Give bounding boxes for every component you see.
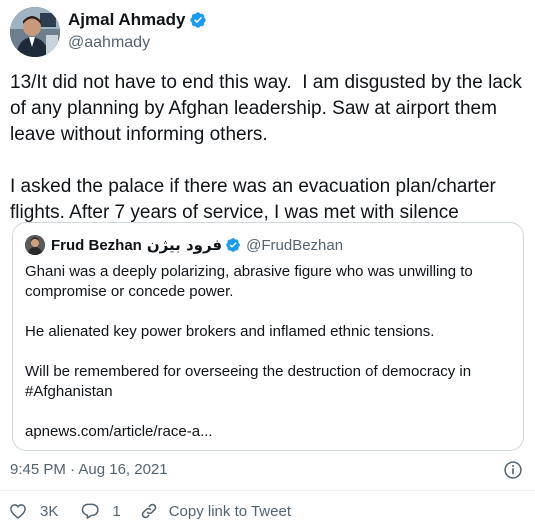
- reply-button[interactable]: 1: [80, 501, 121, 521]
- tweet-card: Ajmal Ahmady @aahmady 13/It did not have…: [0, 0, 535, 524]
- reply-icon: [82, 503, 100, 519]
- link-icon: [141, 503, 156, 519]
- author-info: Ajmal Ahmady @aahmady: [68, 9, 207, 54]
- divider: [0, 490, 535, 491]
- like-button[interactable]: 3K: [8, 501, 58, 521]
- verified-badge-icon: [190, 11, 207, 28]
- info-icon[interactable]: [503, 460, 523, 480]
- quoted-tweet-header: Frud Bezhan فرود بیژن @FrudBezhan: [25, 234, 511, 256]
- copy-link-label: Copy link to Tweet: [168, 502, 291, 520]
- tweet-actions: 3K 1 Copy link to Tweet: [8, 499, 291, 523]
- author-handle[interactable]: @aahmady: [68, 32, 207, 54]
- quoted-author-name-arabic: فرود بیژن: [146, 236, 223, 254]
- heart-icon: [10, 504, 26, 520]
- quoted-author-name: Frud Bezhan: [51, 236, 142, 254]
- quoted-tweet-text: Ghani was a deeply polarizing, abrasive …: [25, 263, 473, 440]
- quoted-verified-badge-icon: [226, 238, 240, 252]
- quoted-author-avatar: [25, 235, 45, 255]
- author-name-text[interactable]: Ajmal Ahmady: [68, 9, 185, 30]
- tweet-timestamp[interactable]: 9:45 PM · Aug 16, 2021: [10, 460, 168, 480]
- like-count: 3K: [40, 502, 59, 520]
- quoted-author-handle: @FrudBezhan: [246, 236, 344, 254]
- copy-link-button[interactable]: Copy link to Tweet: [139, 501, 291, 521]
- tweet-text: 13/It did not have to end this way. I am…: [10, 72, 522, 223]
- quoted-tweet[interactable]: Frud Bezhan فرود بیژن @FrudBezhan Ghani …: [12, 222, 524, 451]
- author-display-name[interactable]: Ajmal Ahmady: [68, 9, 207, 30]
- author-avatar[interactable]: [10, 7, 60, 57]
- reply-count: 1: [112, 502, 121, 520]
